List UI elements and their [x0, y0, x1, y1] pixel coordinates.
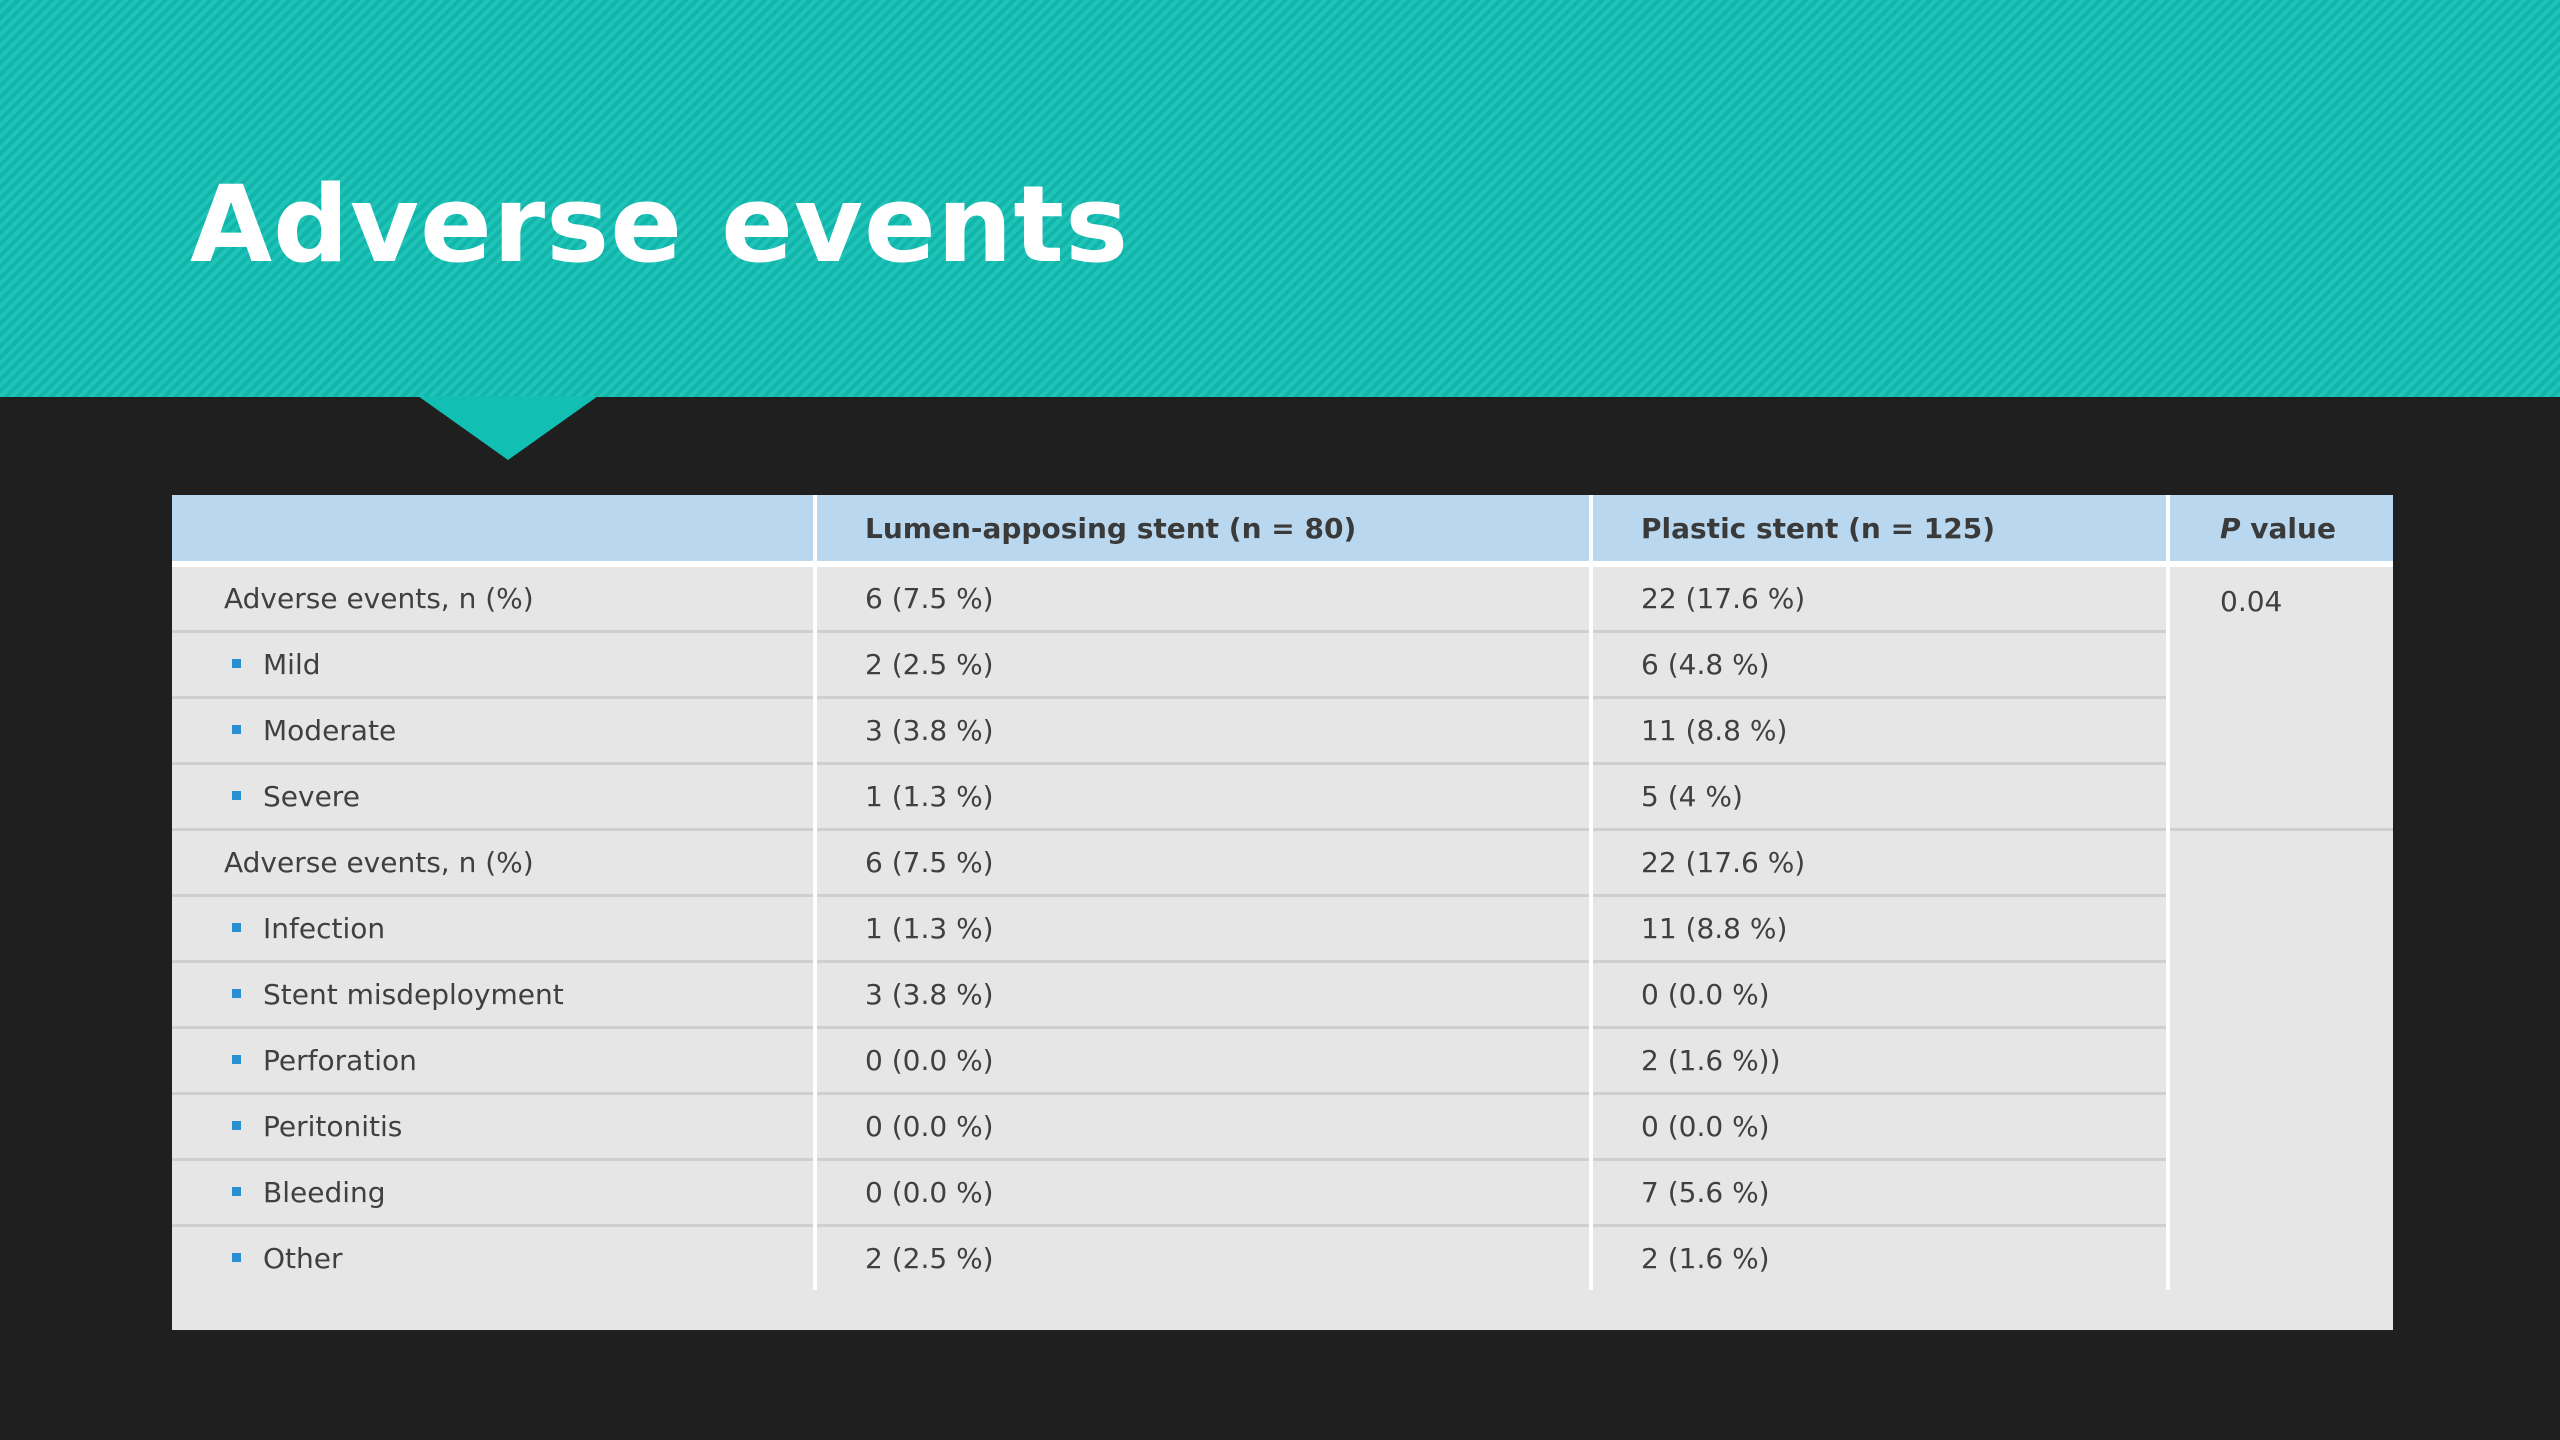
- table-row: Bleeding 0 (0.0 %) 7 (5.6 %): [172, 1159, 2393, 1227]
- cell-plastic: 22 (17.6 %): [1591, 829, 2170, 897]
- table-row: Stent misdeployment 3 (3.8 %) 0 (0.0 %): [172, 961, 2393, 1029]
- row-label-text: Perforation: [263, 1044, 417, 1077]
- cell-lams: 2 (2.5 %): [815, 1225, 1593, 1290]
- row-label: Moderate: [172, 697, 817, 765]
- banner-pointer: [418, 396, 598, 460]
- cell-lams: 6 (7.5 %): [815, 829, 1593, 897]
- header-lumen-apposing-stent: Lumen-apposing stent (n = 80): [815, 495, 1593, 567]
- row-label: Infection: [172, 895, 817, 963]
- bullet-icon: [232, 1054, 241, 1064]
- bullet-icon: [232, 1186, 241, 1196]
- cell-plastic: 2 (1.6 %)): [1591, 1027, 2170, 1095]
- row-label: Adverse events, n (%): [172, 829, 817, 897]
- cell-lams: 0 (0.0 %): [815, 1159, 1593, 1227]
- header-row: Lumen-apposing stent (n = 80) Plastic st…: [172, 495, 2393, 567]
- row-label-text: Severe: [263, 780, 360, 813]
- bullet-icon: [232, 790, 241, 800]
- slide: Adverse events Lumen-apposing stent (n =…: [0, 0, 2560, 1440]
- cell-plastic: 0 (0.0 %): [1591, 1093, 2170, 1161]
- bullet-icon: [232, 1120, 241, 1130]
- adverse-events-table: Lumen-apposing stent (n = 80) Plastic st…: [172, 495, 2393, 1330]
- cell-lams: 2 (2.5 %): [815, 631, 1593, 699]
- row-label: Severe: [172, 763, 817, 831]
- cell-lams: 0 (0.0 %): [815, 1093, 1593, 1161]
- row-label-text: Bleeding: [263, 1176, 386, 1209]
- cell-lams: 3 (3.8 %): [815, 961, 1593, 1029]
- cell-lams: 3 (3.8 %): [815, 697, 1593, 765]
- cell-plastic: 11 (8.8 %): [1591, 895, 2170, 963]
- cell-lams: 1 (1.3 %): [815, 895, 1593, 963]
- bullet-icon: [232, 1252, 241, 1262]
- cell-plastic: 5 (4 %): [1591, 763, 2170, 831]
- row-label-text: Moderate: [263, 714, 397, 747]
- row-label: Perforation: [172, 1027, 817, 1095]
- bullet-icon: [232, 988, 241, 998]
- row-label-text: Other: [263, 1242, 343, 1275]
- bullet-icon: [232, 922, 241, 932]
- row-label: Mild: [172, 631, 817, 699]
- header-empty: [172, 495, 817, 567]
- slide-title: Adverse events: [190, 163, 1130, 286]
- cell-plastic: 6 (4.8 %): [1591, 631, 2170, 699]
- table-row: Severe 1 (1.3 %) 5 (4 %): [172, 763, 2393, 831]
- row-label-text: Infection: [263, 912, 386, 945]
- bullet-icon: [232, 724, 241, 734]
- table-row: Other 2 (2.5 %) 2 (1.6 %): [172, 1225, 2393, 1290]
- cell-lams: 6 (7.5 %): [815, 564, 1593, 633]
- cell-p-value-empty: [2168, 830, 2393, 1291]
- header-p-value: P value: [2168, 495, 2393, 567]
- bullet-icon: [232, 658, 241, 668]
- cell-plastic: 0 (0.0 %): [1591, 961, 2170, 1029]
- cell-p-value: 0.04: [2168, 564, 2393, 831]
- table-row: Adverse events, n (%) 6 (7.5 %) 22 (17.6…: [172, 829, 2393, 897]
- table-row: Infection 1 (1.3 %) 11 (8.8 %): [172, 895, 2393, 963]
- row-label-text: Stent misdeployment: [263, 978, 564, 1011]
- row-label-text: Mild: [263, 648, 321, 681]
- row-label: Stent misdeployment: [172, 961, 817, 1029]
- row-label: Peritonitis: [172, 1093, 817, 1161]
- cell-lams: 0 (0.0 %): [815, 1027, 1593, 1095]
- header-p-italic: P: [2220, 511, 2241, 545]
- table-row: Adverse events, n (%) 6 (7.5 %) 22 (17.6…: [172, 564, 2393, 831]
- header-plastic-stent: Plastic stent (n = 125): [1591, 495, 2170, 567]
- cell-lams: 1 (1.3 %): [815, 763, 1593, 831]
- cell-plastic: 11 (8.8 %): [1591, 697, 2170, 765]
- row-label-text: Peritonitis: [263, 1110, 403, 1143]
- row-label: Bleeding: [172, 1159, 817, 1227]
- header-p-rest: value: [2240, 511, 2336, 545]
- table-row: Mild 2 (2.5 %) 6 (4.8 %): [172, 631, 2393, 699]
- row-label: Other: [172, 1225, 817, 1290]
- table-row: Perforation 0 (0.0 %) 2 (1.6 %)): [172, 1027, 2393, 1095]
- cell-plastic: 2 (1.6 %): [1591, 1225, 2170, 1290]
- cell-plastic: 22 (17.6 %): [1591, 564, 2170, 633]
- table-row: Moderate 3 (3.8 %) 11 (8.8 %): [172, 697, 2393, 765]
- table-row: Peritonitis 0 (0.0 %) 0 (0.0 %): [172, 1093, 2393, 1161]
- row-label: Adverse events, n (%): [172, 564, 817, 633]
- cell-plastic: 7 (5.6 %): [1591, 1159, 2170, 1227]
- data-table: Lumen-apposing stent (n = 80) Plastic st…: [172, 495, 2393, 1290]
